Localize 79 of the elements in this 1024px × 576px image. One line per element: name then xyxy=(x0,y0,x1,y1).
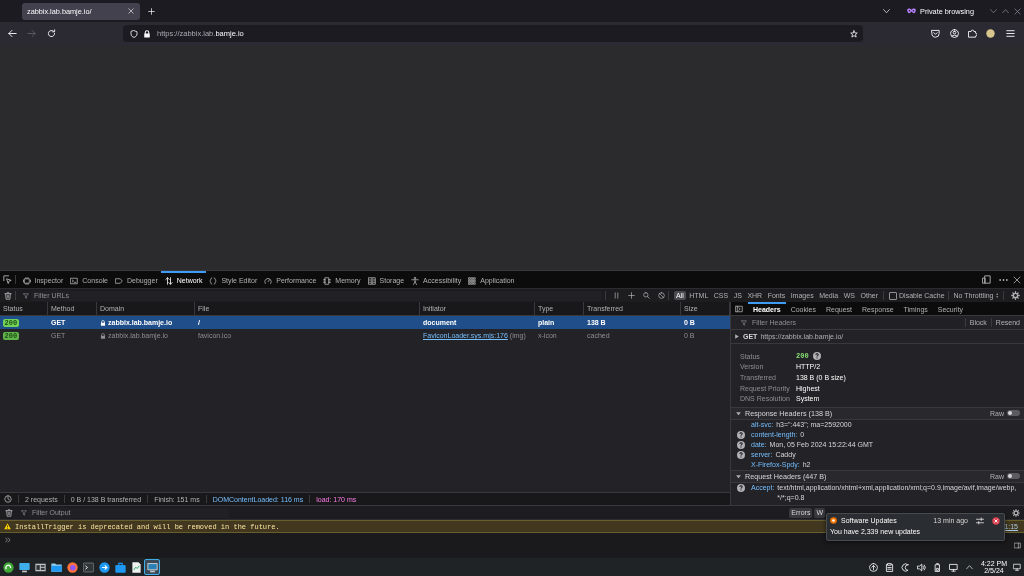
launcher-icon xyxy=(2,561,14,573)
circle-arrow-up-icon[interactable] xyxy=(868,562,878,572)
mask-icon xyxy=(907,8,917,14)
devices-icon[interactable] xyxy=(982,275,991,284)
chip-icon xyxy=(323,276,332,285)
sliders-icon[interactable] xyxy=(976,516,984,525)
lock-icon[interactable] xyxy=(143,29,151,38)
help-icon[interactable] xyxy=(737,450,745,459)
up-down-arrows-icon xyxy=(164,276,173,285)
help-icon[interactable] xyxy=(737,440,745,449)
chart-document-icon xyxy=(130,561,142,573)
lock-icon xyxy=(100,332,106,339)
close-icon[interactable] xyxy=(992,516,1000,525)
star-icon[interactable] xyxy=(850,29,858,38)
clipboard-icon[interactable] xyxy=(884,562,894,572)
puzzle-icon[interactable] xyxy=(968,29,977,38)
taskbar-button[interactable] xyxy=(0,559,16,575)
shield-chevron-icon[interactable] xyxy=(931,29,940,38)
tag-outline-icon xyxy=(115,276,123,285)
updown-icon xyxy=(995,293,998,298)
chevron-up-icon[interactable] xyxy=(1002,8,1009,14)
person-icon xyxy=(411,276,420,285)
more-icon[interactable] xyxy=(999,278,1008,281)
triangle-down-icon[interactable] xyxy=(736,411,741,416)
triangle-down-icon[interactable] xyxy=(736,474,741,479)
funnel-icon xyxy=(23,292,29,299)
braces-icon xyxy=(209,276,218,285)
settings-icon[interactable] xyxy=(1011,291,1020,300)
taskbar-button[interactable] xyxy=(96,559,112,575)
terminal-prompt-icon xyxy=(70,276,79,285)
help-icon[interactable] xyxy=(812,352,821,361)
display-icon[interactable] xyxy=(948,562,958,572)
browser-icon xyxy=(66,561,78,573)
circle-arrow-icon xyxy=(98,561,110,573)
reload-icon[interactable] xyxy=(47,29,56,38)
trash-icon[interactable] xyxy=(4,291,12,300)
double-chevron-icon[interactable] xyxy=(5,537,11,543)
raw-toggle[interactable] xyxy=(1007,410,1020,417)
settings-icon[interactable] xyxy=(1012,508,1020,517)
lock-icon xyxy=(100,319,106,326)
plus-icon[interactable] xyxy=(628,292,636,299)
update-badge-icon xyxy=(830,517,837,524)
triangle-right-icon[interactable] xyxy=(735,334,739,339)
pause-icon[interactable] xyxy=(613,292,621,299)
sidebar-icon[interactable] xyxy=(1014,542,1021,549)
checkbox[interactable] xyxy=(889,291,897,300)
folder-icon xyxy=(50,561,62,573)
taskbar-button[interactable] xyxy=(64,559,80,575)
search-icon[interactable] xyxy=(643,292,651,299)
gauge-icon xyxy=(264,276,273,285)
window-list-icon xyxy=(34,561,46,573)
speaker-icon[interactable] xyxy=(916,562,926,572)
trash-icon[interactable] xyxy=(5,508,13,517)
monitor-icon xyxy=(18,561,30,573)
drawers-icon xyxy=(367,276,376,285)
close-icon[interactable] xyxy=(1013,275,1021,284)
menu-icon[interactable] xyxy=(1006,29,1015,38)
warning-icon xyxy=(4,523,11,530)
shield-icon[interactable] xyxy=(130,29,138,38)
briefcase-icon xyxy=(114,561,126,573)
terminal-icon xyxy=(82,561,94,573)
funnel-icon xyxy=(21,509,27,516)
clock-icon[interactable] xyxy=(4,495,12,503)
frame-icon xyxy=(22,276,31,285)
battery-icon[interactable] xyxy=(932,562,942,572)
account-icon[interactable] xyxy=(950,29,959,38)
arrow-left-icon[interactable] xyxy=(8,29,17,38)
grid-icon xyxy=(468,276,477,285)
funnel-icon xyxy=(741,319,747,326)
display-icon xyxy=(146,561,158,573)
panel-icon[interactable] xyxy=(735,304,743,313)
help-icon[interactable] xyxy=(737,483,745,492)
element-picker-icon[interactable] xyxy=(3,275,12,284)
avatar-icon[interactable] xyxy=(986,29,995,38)
help-icon[interactable] xyxy=(737,430,745,439)
crescent-icon[interactable] xyxy=(900,562,910,572)
raw-toggle[interactable] xyxy=(1007,473,1020,480)
block-icon[interactable] xyxy=(658,292,666,299)
show-desktop-icon[interactable] xyxy=(1013,563,1021,571)
